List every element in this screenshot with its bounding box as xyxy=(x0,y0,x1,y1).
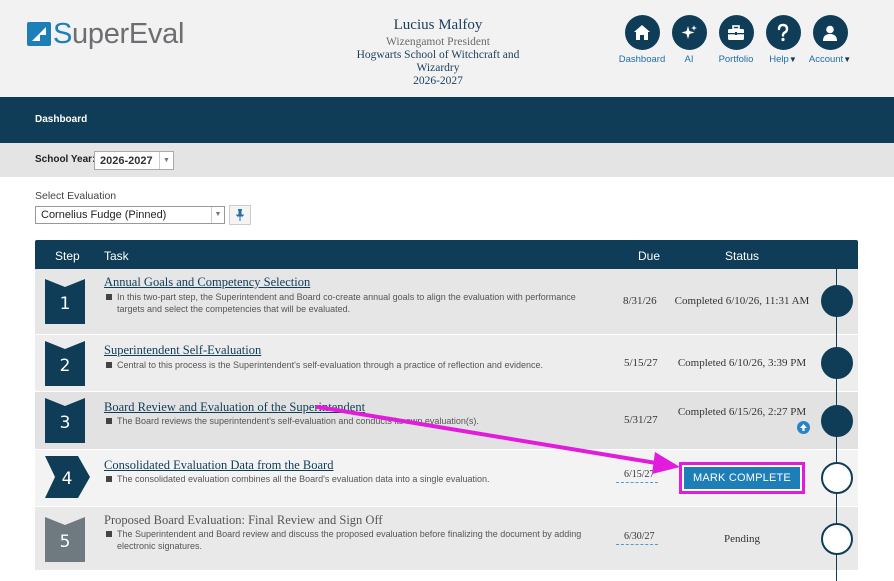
due-date-editable[interactable]: 6/15/27 xyxy=(616,467,658,483)
table-row: 5 Proposed Board Evaluation: Final Revie… xyxy=(35,507,858,571)
school-year-value: 2026-2027 xyxy=(100,155,153,167)
nav-account-label: Account▼ xyxy=(808,54,852,65)
task-description: Central to this process is the Superinte… xyxy=(105,360,600,372)
nav-help[interactable]: Help▼ xyxy=(759,15,807,65)
school-year-label: School Year: xyxy=(35,154,96,165)
step-number: 3 xyxy=(59,413,71,433)
chevron-down-icon: ▼ xyxy=(159,152,173,169)
chevron-down-icon: ▼ xyxy=(843,55,852,64)
mark-complete-button[interactable]: MARK COMPLETE xyxy=(684,467,800,489)
task-title: Proposed Board Evaluation: Final Review … xyxy=(104,513,383,527)
evaluation-select[interactable]: Cornelius Fudge (Pinned) ▼ xyxy=(35,206,225,224)
timeline-dot-pending xyxy=(821,523,853,555)
logo-mark-icon xyxy=(27,22,51,46)
nav-dashboard-label: Dashboard xyxy=(618,54,666,65)
timeline-dot-completed xyxy=(821,405,853,437)
table-row: 2 Superintendent Self-Evaluation Central… xyxy=(35,335,858,392)
step-badge-current: 4 xyxy=(45,456,90,503)
step-number: 4 xyxy=(61,469,73,489)
due-date: 5/31/27 xyxy=(624,414,658,426)
school-year-bar: School Year: 2026-2027 ▼ xyxy=(0,143,894,177)
task-title-link[interactable]: Superintendent Self-Evaluation xyxy=(104,343,261,358)
bullet-icon xyxy=(106,362,112,368)
step-number: 5 xyxy=(59,532,71,552)
user-year: 2026-2027 xyxy=(413,75,463,87)
nav-portfolio[interactable]: Portfolio xyxy=(712,15,760,65)
status-text: Completed 6/10/26, 3:39 PM xyxy=(677,357,807,369)
nav-ai-label: AI xyxy=(684,54,694,65)
step-badge-future: 5 xyxy=(45,517,85,567)
bullet-icon xyxy=(106,476,112,482)
top-nav: Dashboard AI Portfolio Help▼ Account▼ xyxy=(618,15,853,65)
timeline-dot-completed xyxy=(821,347,853,379)
col-status: Status xyxy=(725,249,760,263)
status-text: Completed 6/15/26, 2:27 PM xyxy=(677,406,807,418)
user-school: Hogwarts School of Witchcraft and Wizard… xyxy=(356,49,520,74)
table-row: 3 Board Review and Evaluation of the Sup… xyxy=(35,392,858,450)
evaluation-select-value: Cornelius Fudge (Pinned) xyxy=(41,209,167,221)
task-description: The consolidated evaluation combines all… xyxy=(105,474,600,486)
col-task: Task xyxy=(104,249,129,263)
nav-dashboard[interactable]: Dashboard xyxy=(618,15,666,65)
mark-complete-highlight: MARK COMPLETE xyxy=(679,462,805,494)
nav-ai[interactable]: AI xyxy=(665,15,713,65)
question-icon xyxy=(765,15,801,50)
table-header: Step Task Due Status xyxy=(35,240,858,269)
due-date: 8/31/26 xyxy=(623,295,657,307)
task-description: The Board reviews the superintendent's s… xyxy=(105,416,600,428)
status-text: Completed 6/10/26, 11:31 AM xyxy=(674,295,810,307)
task-title-link[interactable]: Consolidated Evaluation Data from the Bo… xyxy=(104,458,333,473)
nav-account[interactable]: Account▼ xyxy=(806,15,854,65)
home-icon xyxy=(624,15,660,50)
col-step: Step xyxy=(55,249,80,263)
arrow-up-circle-icon[interactable] xyxy=(797,421,810,434)
top-header: SuperEval Lucius Malfoy Wizengamot Presi… xyxy=(0,0,894,97)
briefcase-icon xyxy=(718,15,754,50)
breadcrumb-bar: Dashboard xyxy=(0,97,894,143)
step-number: 1 xyxy=(59,294,71,314)
step-number: 2 xyxy=(59,356,71,376)
task-title-link[interactable]: Annual Goals and Competency Selection xyxy=(104,275,310,290)
task-title-link[interactable]: Board Review and Evaluation of the Super… xyxy=(104,400,365,415)
pin-icon xyxy=(236,209,244,221)
table-row: 4 Consolidated Evaluation Data from the … xyxy=(35,450,858,507)
bullet-icon xyxy=(106,531,112,537)
table-row: 1 Annual Goals and Competency Selection … xyxy=(35,269,858,335)
timeline-dot-completed xyxy=(821,285,853,317)
pin-button[interactable] xyxy=(229,205,251,225)
breadcrumb[interactable]: Dashboard xyxy=(35,114,87,125)
user-name: Lucius Malfoy xyxy=(393,17,483,33)
nav-help-label: Help▼ xyxy=(769,54,797,65)
select-evaluation-label: Select Evaluation xyxy=(35,190,117,202)
task-description: In this two-part step, the Superintenden… xyxy=(105,292,600,315)
user-info: Lucius Malfoy Wizengamot President Hogwa… xyxy=(338,16,538,88)
logo-text: SuperEval xyxy=(53,18,185,50)
school-year-select[interactable]: 2026-2027 ▼ xyxy=(94,151,174,170)
nav-portfolio-label: Portfolio xyxy=(718,54,754,65)
chevron-down-icon: ▼ xyxy=(211,207,224,223)
timeline-dot-current xyxy=(821,462,853,494)
bullet-icon xyxy=(106,294,112,300)
bullet-icon xyxy=(106,418,112,424)
person-icon xyxy=(812,15,848,50)
chevron-down-icon: ▼ xyxy=(788,55,797,64)
due-date-editable[interactable]: 6/30/27 xyxy=(616,529,658,545)
col-due: Due xyxy=(638,249,661,263)
due-date: 5/15/27 xyxy=(624,357,658,369)
superevil-logo[interactable]: SuperEval xyxy=(27,18,184,50)
step-badge-completed: 2 xyxy=(45,341,85,391)
workflow-table: Step Task Due Status 1 Annual Goals and … xyxy=(35,240,858,571)
task-description: The Superintendent and Board review and … xyxy=(105,529,600,552)
user-role: Wizengamot President xyxy=(386,36,490,48)
step-badge-completed: 3 xyxy=(45,398,85,448)
step-badge-completed: 1 xyxy=(45,279,85,329)
sparkle-icon xyxy=(671,15,707,50)
status-text: Pending xyxy=(723,533,761,545)
